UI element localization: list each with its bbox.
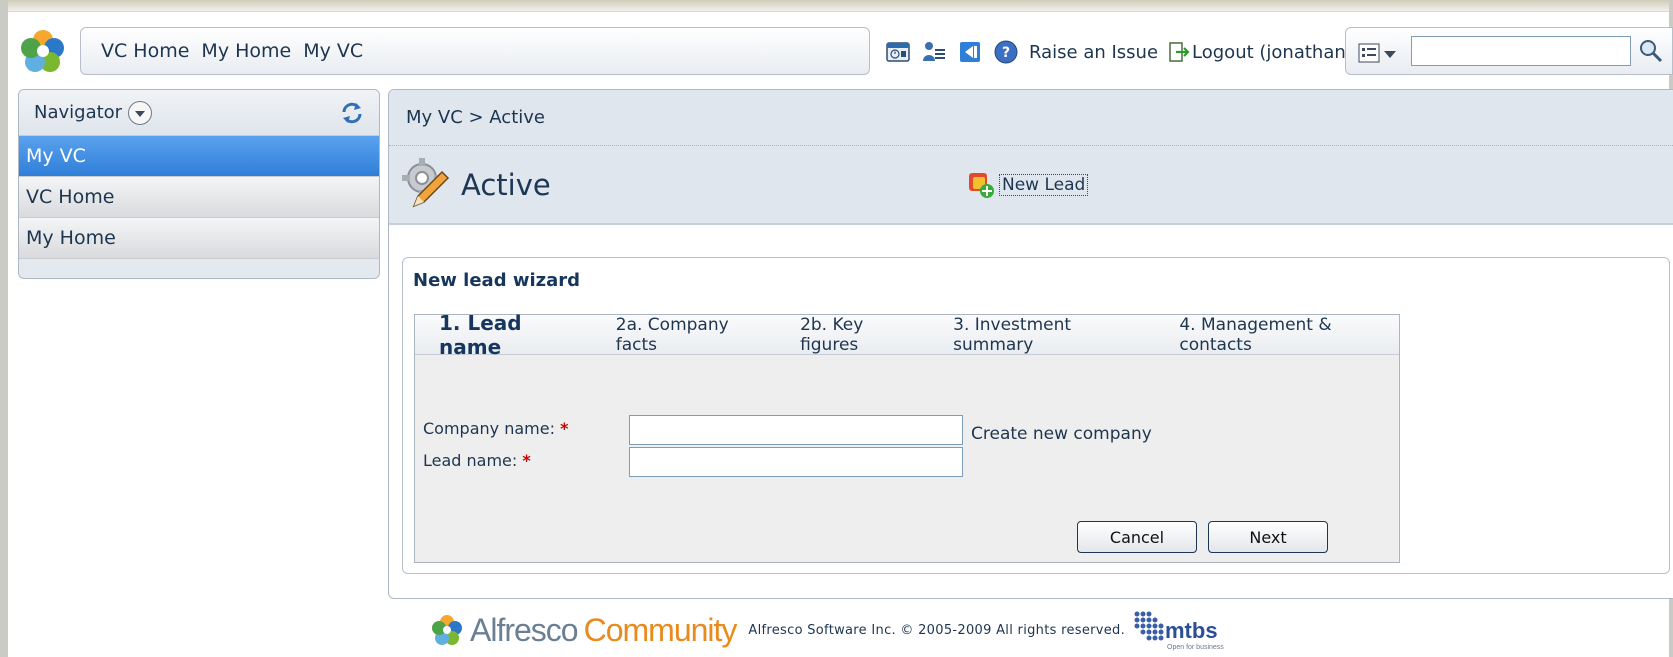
step-key-figures[interactable]: 2b. Key figures: [800, 315, 921, 355]
sidebar-item-my-vc[interactable]: My VC: [19, 136, 379, 177]
alfresco-logo-small: [432, 615, 462, 645]
logout-label: Logout (jonathan): [1192, 41, 1353, 63]
sidebar-item-my-home[interactable]: My Home: [19, 218, 379, 259]
cancel-button[interactable]: Cancel: [1077, 521, 1197, 553]
wizard-steps: 1. Lead name 2a. Company facts 2b. Key f…: [415, 311, 1399, 359]
lead-name-text: Lead name:: [423, 451, 518, 470]
wizard-title: New lead wizard: [413, 270, 581, 291]
footer: Alfresco Community Alfresco Software Inc…: [430, 608, 1241, 652]
sidebar-item-vc-home[interactable]: VC Home: [19, 177, 379, 218]
chevron-down-icon[interactable]: [128, 100, 153, 125]
new-lead-label: New Lead: [999, 174, 1089, 196]
step-management-contacts[interactable]: 4. Management & contacts: [1179, 315, 1399, 355]
new-lead-wizard: New lead wizard 1. Lead name 2a. Company…: [402, 257, 1670, 574]
new-lead-icon: [969, 173, 994, 198]
step-investment-summary[interactable]: 3. Investment summary: [953, 315, 1147, 355]
raise-issue-link[interactable]: Raise an Issue: [1029, 42, 1158, 63]
window-top-edge: [0, 0, 1673, 12]
copyright-text: Alfresco Software Inc. © 2005-2009 All r…: [748, 622, 1126, 638]
brand-alfresco: Alfresco: [470, 611, 579, 648]
svg-text:mtbs: mtbs: [1165, 618, 1218, 643]
page-header: Active New Lead: [389, 146, 1673, 225]
page-breadcrumb[interactable]: My VC > Active: [389, 90, 1673, 146]
new-lead-button[interactable]: New Lead: [967, 171, 1089, 199]
search-options-icon[interactable]: [1358, 42, 1400, 64]
navigator-panel: Navigator My VC VC Home My Home: [18, 89, 380, 279]
logout-link[interactable]: Logout (jonathan): [1168, 41, 1353, 63]
calendar-icon[interactable]: [885, 39, 911, 65]
breadcrumb-my-vc[interactable]: My VC: [303, 40, 363, 62]
search-input[interactable]: [1411, 36, 1631, 66]
svg-text:?: ?: [1002, 45, 1010, 61]
window-left-edge: [0, 0, 8, 657]
import-icon[interactable]: [957, 39, 983, 65]
brand-community: Community: [583, 611, 738, 648]
users-icon[interactable]: [921, 39, 947, 65]
step-company-facts[interactable]: 2a. Company facts: [616, 315, 768, 355]
required-mark: *: [522, 451, 531, 470]
navigator-title: Navigator: [34, 102, 123, 123]
required-mark: *: [560, 419, 569, 438]
search-bar: [1345, 27, 1673, 75]
lead-name-field[interactable]: [629, 447, 963, 477]
svg-text:Open for business: Open for business: [1167, 644, 1224, 651]
step-lead-name[interactable]: 1. Lead name: [439, 311, 584, 359]
page-title: Active: [461, 168, 551, 202]
lead-name-label: Lead name: *: [423, 451, 531, 470]
mtbs-logo[interactable]: mtbs Open for business: [1131, 608, 1241, 652]
search-icon[interactable]: [1638, 38, 1664, 64]
breadcrumb-my-home[interactable]: My Home: [201, 40, 291, 62]
gear-pencil-icon: [402, 158, 450, 208]
company-name-text: Company name:: [423, 419, 555, 438]
company-name-label: Company name: *: [423, 419, 568, 438]
company-name-field[interactable]: [629, 415, 963, 445]
main-panel: My VC > Active Active New Lead New lead …: [388, 89, 1673, 599]
header-tools: ? Raise an Issue Logout (jonathan): [885, 36, 1353, 68]
refresh-icon[interactable]: [339, 100, 365, 126]
breadcrumb-vc-home[interactable]: VC Home: [101, 40, 189, 62]
top-breadcrumb: VC Home My Home My VC: [80, 27, 870, 75]
help-icon[interactable]: ?: [993, 39, 1019, 65]
create-new-company-link[interactable]: Create new company: [971, 424, 1152, 444]
logout-icon: [1169, 42, 1190, 62]
navigator-header: Navigator: [19, 90, 379, 136]
alfresco-logo[interactable]: [18, 26, 68, 76]
next-button[interactable]: Next: [1208, 521, 1328, 553]
wizard-body: 1. Lead name 2a. Company facts 2b. Key f…: [414, 311, 1400, 563]
